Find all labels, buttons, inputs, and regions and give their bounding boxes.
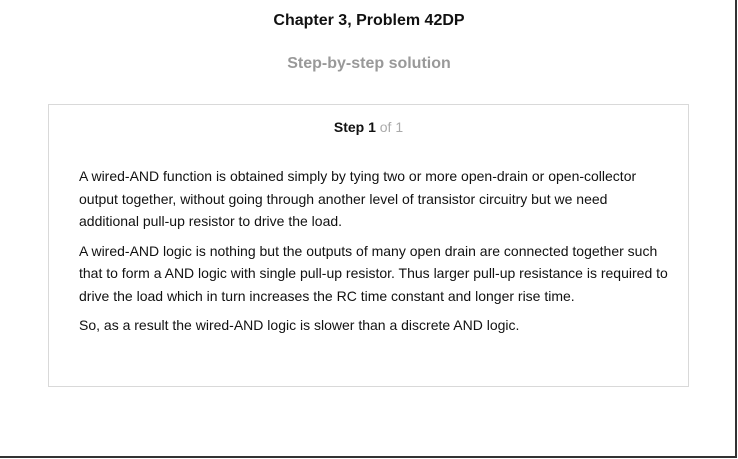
solution-paragraph: A wired-AND logic is nothing but the out…: [79, 242, 668, 304]
solution-card: Step 1 of 1 A wired-AND function is obta…: [48, 104, 689, 387]
solution-content: A wired-AND function is obtained simply …: [79, 165, 669, 344]
step-label: Step 1: [333, 119, 376, 135]
step-header: Step 1 of 1: [49, 119, 688, 135]
page-subtitle: Step-by-step solution: [287, 55, 451, 72]
solution-paragraph: So, as a result the wired-AND logic is s…: [79, 317, 520, 333]
step-count: of 1: [379, 119, 404, 135]
solution-paragraph: A wired-AND function is obtained simply …: [79, 168, 637, 229]
page-title: Chapter 3, Problem 42DP: [273, 12, 465, 29]
